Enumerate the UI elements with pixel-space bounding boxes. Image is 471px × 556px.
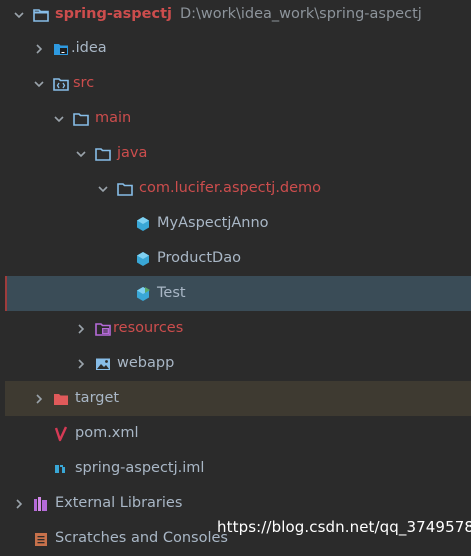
tree-item-resources[interactable]: resources xyxy=(0,311,471,346)
tree-item-class-myaspectjanno[interactable]: MyAspectjAnno xyxy=(0,206,471,241)
tree-item-class-test[interactable]: Test xyxy=(5,276,471,311)
java-class-icon xyxy=(135,251,151,267)
web-folder-icon xyxy=(95,356,111,372)
chevron-right-icon[interactable] xyxy=(31,41,47,57)
tree-label-resources: resources xyxy=(113,320,184,336)
source-folder-icon xyxy=(53,76,69,92)
tree-item-java[interactable]: java xyxy=(0,136,471,171)
idea-folder-icon xyxy=(53,41,69,57)
libraries-icon xyxy=(33,496,49,512)
tree-label-idea: .idea xyxy=(71,40,107,56)
tree-item-idea[interactable]: .idea xyxy=(0,31,471,66)
folder-icon xyxy=(73,111,89,127)
tree-item-package[interactable]: com.lucifer.aspectj.demo xyxy=(0,171,471,206)
iml-file-icon xyxy=(53,461,69,477)
tree-label-scratches: Scratches and Consoles xyxy=(55,530,228,546)
tree-item-main[interactable]: main xyxy=(0,101,471,136)
chevron-right-icon[interactable] xyxy=(73,321,89,337)
tree-label-class3: Test xyxy=(157,285,186,301)
chevron-down-icon[interactable] xyxy=(31,76,47,92)
resources-folder-icon xyxy=(95,321,111,337)
scratches-icon xyxy=(33,531,49,547)
tree-label-class1: MyAspectjAnno xyxy=(157,215,269,231)
tree-label-pom: pom.xml xyxy=(75,425,139,441)
tree-label-target: target xyxy=(75,390,120,406)
chevron-down-icon[interactable] xyxy=(73,146,89,162)
project-name: spring-aspectj xyxy=(55,6,172,22)
package-folder-icon xyxy=(117,181,133,197)
chevron-down-icon[interactable] xyxy=(11,7,27,23)
folder-icon xyxy=(95,146,111,162)
module-folder-icon xyxy=(33,7,49,23)
chevron-right-icon[interactable] xyxy=(11,496,27,512)
tree-label-package: com.lucifer.aspectj.demo xyxy=(139,180,322,196)
project-path: D:\work\idea_work\spring-aspectj xyxy=(179,6,422,22)
chevron-down-icon[interactable] xyxy=(95,181,111,197)
tree-label-class2: ProductDao xyxy=(157,250,241,266)
tree-label-ext-libs: External Libraries xyxy=(55,495,183,511)
tree-label-webapp: webapp xyxy=(117,355,175,371)
tree-item-webapp[interactable]: webapp xyxy=(0,346,471,381)
tree-item-project-root[interactable]: spring-aspectj D:\work\idea_work\spring-… xyxy=(0,0,471,32)
watermark-url: https://blog.csdn.net/qq_37495786 xyxy=(217,518,471,536)
tree-item-target[interactable]: target xyxy=(5,381,471,416)
chevron-right-icon[interactable] xyxy=(31,391,47,407)
tree-label-java: java xyxy=(117,145,148,161)
tree-item-src[interactable]: src xyxy=(0,66,471,101)
tree-item-external-libraries[interactable]: External Libraries xyxy=(0,486,471,521)
java-class-runnable-icon xyxy=(135,286,151,302)
excluded-folder-icon xyxy=(53,391,69,407)
tree-item-iml[interactable]: spring-aspectj.iml xyxy=(0,451,471,486)
tree-label-src: src xyxy=(73,75,95,91)
chevron-right-icon[interactable] xyxy=(73,356,89,372)
tree-item-pom[interactable]: pom.xml xyxy=(0,416,471,451)
java-class-icon xyxy=(135,216,151,232)
tree-label-main: main xyxy=(95,110,132,126)
tree-item-class-productdao[interactable]: ProductDao xyxy=(0,241,471,276)
maven-icon xyxy=(53,425,69,442)
tree-label-iml: spring-aspectj.iml xyxy=(75,460,205,476)
chevron-down-icon[interactable] xyxy=(51,111,67,127)
